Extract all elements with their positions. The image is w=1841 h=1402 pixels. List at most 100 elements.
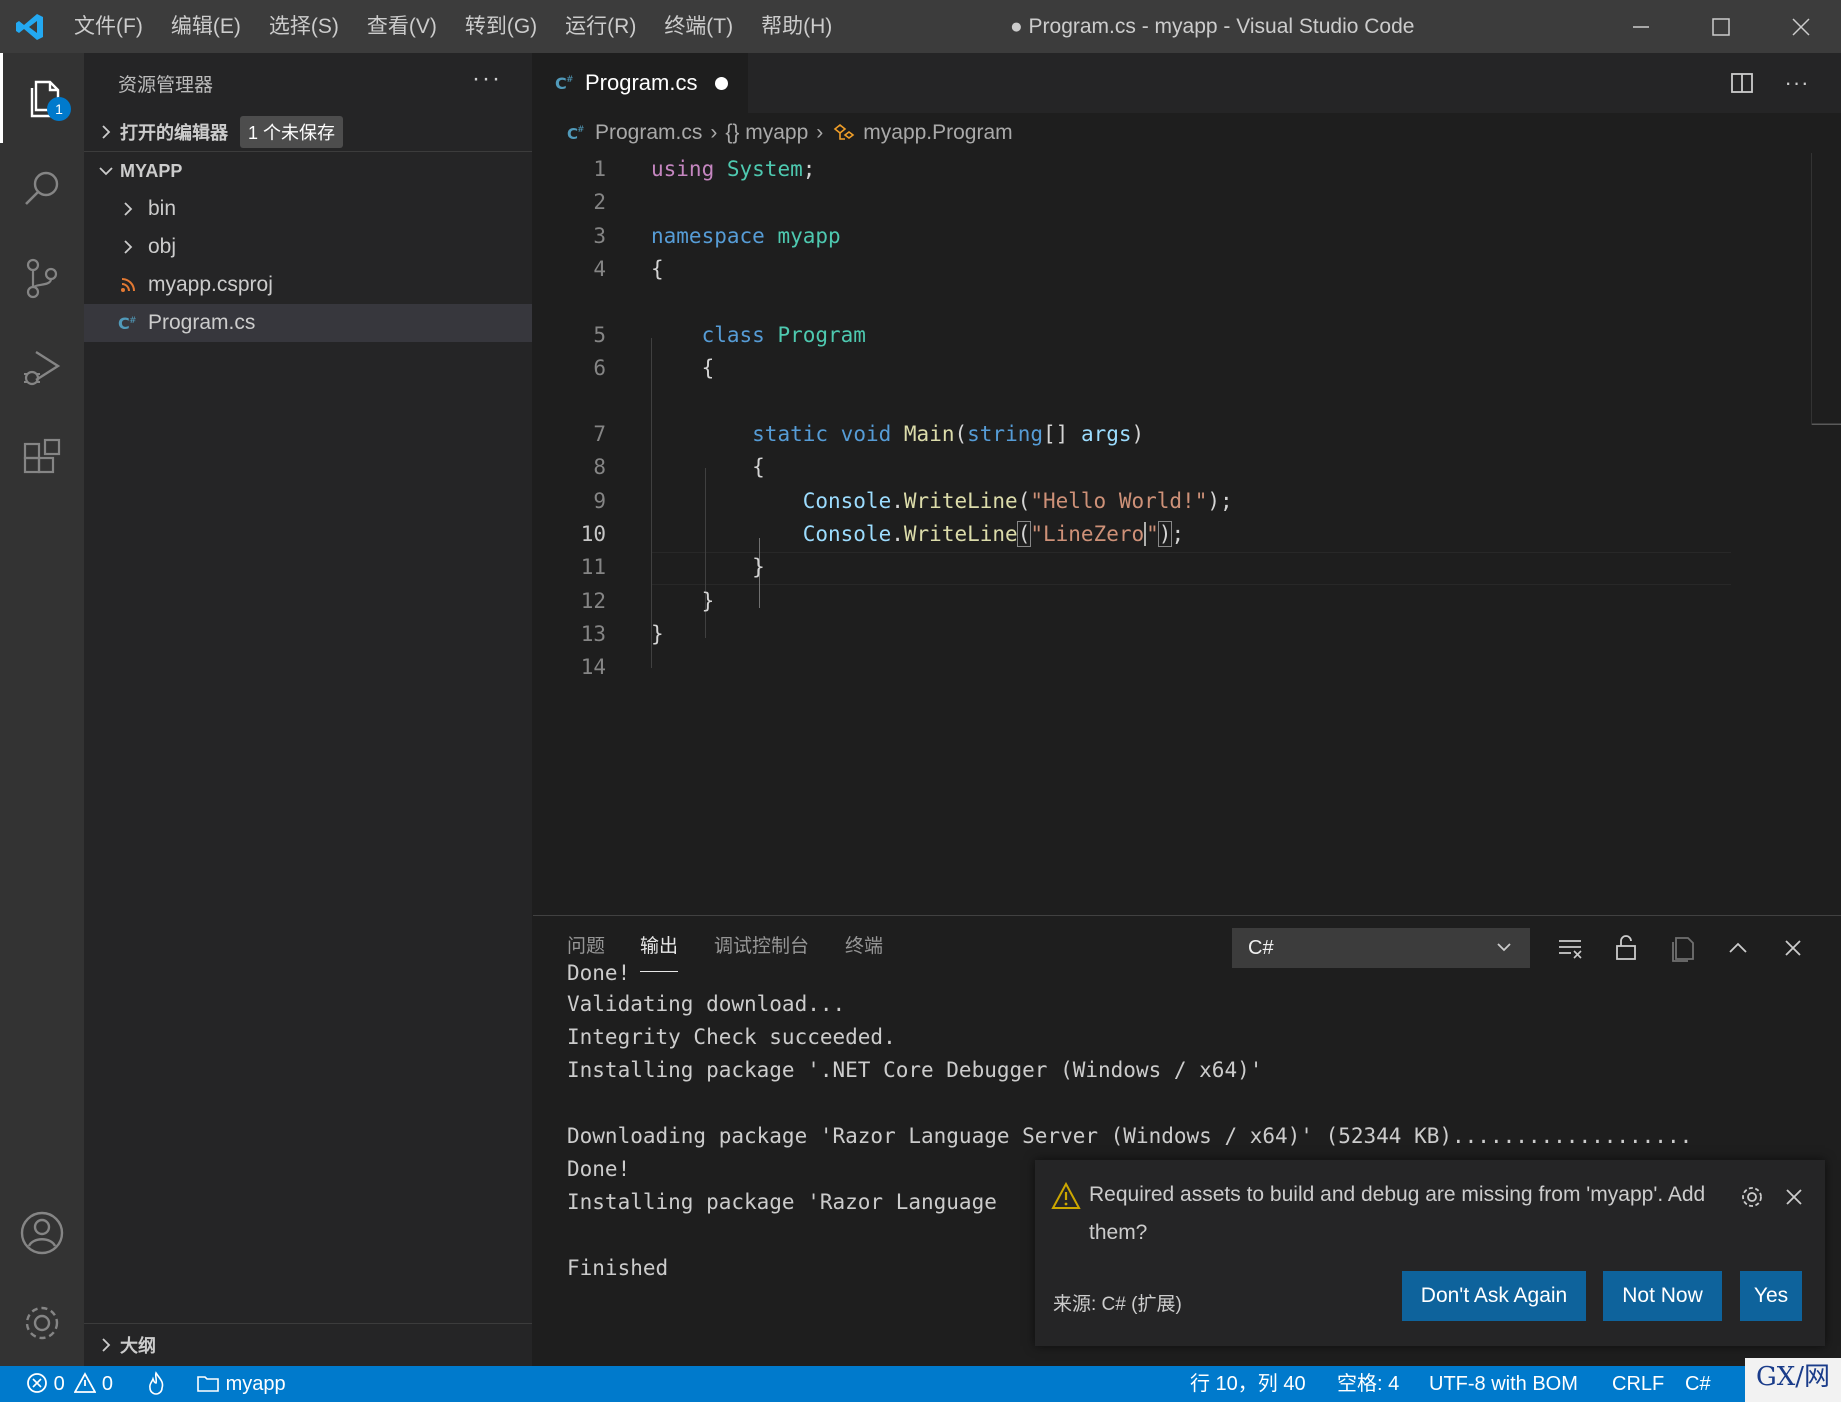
flame-icon[interactable]	[146, 1366, 166, 1402]
code-line: 11 }	[533, 551, 1813, 584]
title-bar: 文件(F) 编辑(E) 选择(S) 查看(V) 转到(G) 运行(R) 终端(T…	[0, 0, 1841, 53]
yes-button[interactable]: Yes	[1740, 1271, 1802, 1321]
vscode-logo-icon	[0, 0, 60, 53]
folder-icon	[197, 1376, 219, 1392]
account-icon	[20, 1211, 64, 1255]
tree-item-obj[interactable]: obj	[84, 228, 532, 266]
output-line: Validating download...	[567, 992, 846, 1016]
outline-title: 大纲	[120, 1336, 156, 1356]
breadcrumb-namespace[interactable]: {} myapp	[725, 121, 808, 145]
minimap[interactable]	[1811, 153, 1841, 427]
accounts-activity[interactable]	[0, 1188, 84, 1278]
maximize-button[interactable]	[1681, 0, 1761, 53]
project-status[interactable]: myapp	[196, 1366, 286, 1402]
csharp-file-icon: C#	[555, 74, 574, 93]
problems-status[interactable]: 0 0	[26, 1366, 113, 1402]
search-activity[interactable]	[0, 143, 84, 233]
menu-view[interactable]: 查看(V)	[353, 0, 451, 53]
menu-help[interactable]: 帮助(H)	[747, 0, 846, 53]
minimize-button[interactable]	[1601, 0, 1681, 53]
project-section[interactable]: MYAPP	[84, 152, 532, 190]
more-actions-icon[interactable]: ···	[472, 65, 502, 93]
clear-output-icon[interactable]	[1551, 928, 1591, 968]
output-line: Integrity Check succeeded.	[567, 1025, 896, 1049]
output-line: Done!	[567, 961, 631, 985]
close-window-button[interactable]	[1761, 0, 1841, 53]
breadcrumb-class[interactable]: myapp.Program	[863, 121, 1012, 145]
svg-text:C: C	[555, 74, 567, 93]
class-icon	[833, 123, 855, 140]
line-number: 8	[593, 455, 606, 479]
line-number: 9	[593, 489, 606, 513]
source-control-activity[interactable]	[0, 233, 84, 323]
tree-item-label: Program.cs	[148, 311, 256, 334]
line-number: 1	[593, 157, 606, 181]
more-actions-icon[interactable]: ···	[1779, 65, 1815, 101]
unsaved-dot-icon[interactable]	[715, 76, 729, 90]
csharp-file-icon: C#	[567, 125, 585, 143]
maximize-panel-icon[interactable]	[1718, 928, 1758, 968]
dont-ask-again-button[interactable]: Don't Ask Again	[1402, 1271, 1586, 1321]
menu-terminal[interactable]: 终端(T)	[650, 0, 747, 53]
open-log-file-icon[interactable]	[1663, 928, 1703, 968]
manage-activity[interactable]	[0, 1278, 84, 1368]
tab-program-cs[interactable]: C # Program.cs	[533, 53, 748, 113]
tree-item-program-cs[interactable]: C # Program.cs	[84, 304, 532, 342]
explorer-badge: 1	[47, 97, 71, 121]
error-count: 0	[53, 1373, 65, 1395]
tree-item-label: bin	[148, 197, 177, 220]
tree-item-bin[interactable]: bin	[84, 190, 532, 228]
chevron-right-icon	[92, 1336, 120, 1354]
menu-selection[interactable]: 选择(S)	[255, 0, 353, 53]
output-line: Downloading package 'Razor Language Serv…	[567, 1124, 1693, 1148]
lock-scroll-icon[interactable]	[1606, 928, 1646, 968]
tab-label: Program.cs	[585, 70, 698, 95]
svg-text:#: #	[577, 125, 585, 135]
eol-status[interactable]: CRLF	[1612, 1366, 1664, 1402]
project-name: myapp	[225, 1373, 286, 1395]
encoding-status[interactable]: UTF-8 with BOM	[1429, 1366, 1578, 1402]
code-line: 1 using System;	[533, 153, 1813, 186]
menu-edit[interactable]: 编辑(E)	[157, 0, 255, 53]
line-number: 4	[593, 257, 606, 281]
close-icon[interactable]	[1779, 1182, 1809, 1212]
tree-item-label: obj	[148, 235, 177, 258]
line-number: 10	[580, 522, 606, 546]
code-line: 9 Console.WriteLine("Hello World!");	[533, 485, 1813, 518]
editor-area: C # Program.cs ··· C # Program.cs › {} mya…	[533, 53, 1841, 915]
error-icon	[27, 1373, 47, 1393]
split-editor-icon[interactable]	[1724, 65, 1760, 101]
source-control-icon	[26, 258, 58, 299]
breadcrumb-file[interactable]: Program.cs	[595, 121, 702, 145]
svg-text:#: #	[129, 316, 137, 326]
explorer-sidebar: 资源管理器 ··· 打开的编辑器 1 个未保存 MYAPP bin obj my…	[84, 53, 533, 1366]
menu-go[interactable]: 转到(G)	[451, 0, 551, 53]
gear-icon[interactable]	[1737, 1182, 1767, 1212]
open-editors-section[interactable]: 打开的编辑器 1 个未保存	[84, 113, 532, 151]
output-channel-select[interactable]: C#	[1232, 928, 1530, 968]
not-now-button[interactable]: Not Now	[1603, 1271, 1722, 1321]
explorer-activity[interactable]: 1	[0, 53, 84, 143]
close-panel-icon[interactable]	[1773, 928, 1813, 968]
outline-section[interactable]: 大纲	[84, 1323, 532, 1366]
run-debug-activity[interactable]	[0, 323, 84, 413]
channel-value: C#	[1248, 937, 1274, 959]
menu-file[interactable]: 文件(F)	[60, 0, 157, 53]
menu-run[interactable]: 运行(R)	[551, 0, 650, 53]
line-number: 12	[580, 589, 606, 613]
tree-item-label: myapp.csproj	[148, 273, 273, 296]
code-line: 7 static void Main(string[] args)	[533, 418, 1813, 451]
notification-toast: Required assets to build and debug are m…	[1035, 1160, 1825, 1346]
watermark-logo: GX/网	[1745, 1358, 1841, 1402]
line-number: 6	[593, 356, 606, 380]
warning-count: 0	[101, 1373, 113, 1395]
extensions-activity[interactable]	[0, 413, 84, 503]
sidebar-header: 资源管理器 ···	[84, 53, 532, 113]
unsaved-badge: 1 个未保存	[240, 116, 344, 148]
cursor-position[interactable]: 行 10，列 40	[1190, 1366, 1306, 1402]
language-status[interactable]: C#	[1685, 1366, 1711, 1402]
tree-item-csproj[interactable]: myapp.csproj	[84, 266, 532, 304]
line-number: 5	[593, 323, 606, 347]
indentation-status[interactable]: 空格: 4	[1337, 1366, 1399, 1402]
